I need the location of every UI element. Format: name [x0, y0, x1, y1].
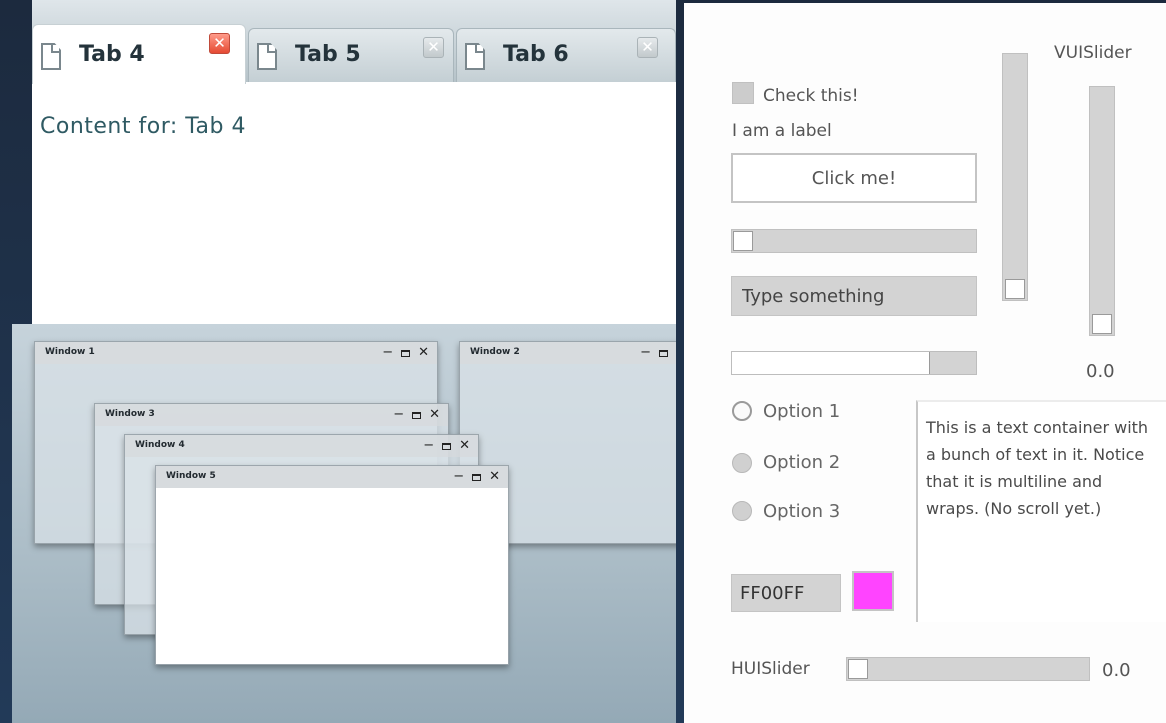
document-icon — [41, 43, 61, 70]
window-titlebar[interactable]: Window 3 − ✕ — [95, 404, 448, 426]
window-title: Window 2 — [470, 347, 520, 357]
text-container: This is a text container with a bunch of… — [916, 400, 1166, 622]
close-icon[interactable]: ✕ — [459, 437, 470, 455]
window-5[interactable]: Window 5 − ✕ — [155, 465, 509, 665]
vui-slider[interactable] — [1089, 86, 1115, 336]
window-title: Window 1 — [45, 347, 95, 357]
window-title: Window 5 — [166, 471, 216, 481]
radio-option-1[interactable] — [732, 401, 752, 421]
tab-label: Tab 5 — [295, 42, 361, 67]
radio-label: Option 3 — [763, 501, 841, 522]
minimize-icon[interactable]: − — [453, 468, 464, 486]
document-icon — [465, 43, 485, 70]
close-icon[interactable]: ✕ — [637, 37, 658, 58]
vui-slider-value: 0.0 — [1086, 361, 1115, 382]
maximize-icon[interactable] — [442, 442, 452, 450]
maximize-icon[interactable] — [412, 411, 422, 419]
progress-bar — [731, 351, 977, 375]
text-input[interactable] — [731, 276, 977, 316]
tab-6[interactable]: Tab 6 ✕ — [456, 28, 676, 82]
close-icon[interactable]: ✕ — [423, 37, 444, 58]
window-desktop: Window 1 − ✕ Window 2 − Window 3 − ✕ Win… — [12, 324, 676, 723]
maximize-icon[interactable] — [401, 349, 411, 357]
minimize-icon[interactable]: − — [423, 437, 434, 455]
checkbox-label: Check this! — [763, 86, 859, 106]
window-titlebar[interactable]: Window 2 − — [460, 342, 676, 364]
minimize-icon[interactable]: − — [382, 344, 393, 362]
slider-thumb[interactable] — [1005, 279, 1025, 299]
window-titlebar[interactable]: Window 5 − ✕ — [156, 466, 508, 488]
checkbox[interactable] — [732, 82, 754, 104]
hui-slider[interactable] — [846, 657, 1090, 681]
minimize-icon[interactable]: − — [393, 406, 404, 424]
window-title: Window 4 — [135, 440, 185, 450]
slider-thumb[interactable] — [733, 231, 753, 251]
color-hex-input[interactable] — [731, 574, 841, 612]
tab-strip: Tab 4 ✕ Tab 5 ✕ Tab 6 ✕ — [32, 0, 676, 84]
color-swatch[interactable] — [852, 571, 894, 611]
document-icon — [257, 43, 277, 70]
window-titlebar[interactable]: Window 1 − ✕ — [35, 342, 437, 364]
close-icon[interactable]: ✕ — [418, 344, 429, 362]
maximize-icon[interactable] — [472, 473, 482, 481]
window-title: Window 3 — [105, 409, 155, 419]
radio-label: Option 1 — [763, 401, 841, 422]
tab-content-text: Content for: Tab 4 — [40, 114, 246, 139]
controls-panel: Check this! I am a label Click me! Optio… — [684, 3, 1166, 723]
hui-slider-label: HUISlider — [731, 659, 810, 679]
close-icon[interactable]: ✕ — [489, 468, 500, 486]
horizontal-slider[interactable] — [731, 229, 977, 253]
vui-slider-label: VUISlider — [1054, 43, 1132, 63]
window-titlebar[interactable]: Window 4 − ✕ — [125, 435, 478, 457]
click-me-button[interactable]: Click me! — [731, 153, 977, 203]
tab-4[interactable]: Tab 4 ✕ — [32, 24, 246, 84]
radio-option-2[interactable] — [732, 453, 752, 473]
radio-label: Option 2 — [763, 452, 841, 473]
slider-thumb[interactable] — [848, 659, 868, 679]
vertical-slider[interactable] — [1002, 53, 1028, 301]
static-label: I am a label — [732, 121, 832, 141]
maximize-icon[interactable] — [659, 349, 668, 357]
close-icon[interactable]: ✕ — [429, 406, 440, 424]
progress-fill — [732, 352, 930, 374]
tab-label: Tab 4 — [79, 42, 145, 67]
hui-slider-value: 0.0 — [1102, 660, 1131, 681]
window-body — [156, 488, 508, 664]
tab-panel: Tab 4 ✕ Tab 5 ✕ Tab 6 ✕ Content for: Tab… — [32, 0, 676, 324]
minimize-icon[interactable]: − — [640, 344, 651, 362]
close-icon[interactable]: ✕ — [209, 33, 230, 54]
tab-5[interactable]: Tab 5 ✕ — [248, 28, 454, 82]
radio-option-3[interactable] — [732, 501, 752, 521]
slider-thumb[interactable] — [1092, 314, 1112, 334]
tab-label: Tab 6 — [503, 42, 569, 67]
